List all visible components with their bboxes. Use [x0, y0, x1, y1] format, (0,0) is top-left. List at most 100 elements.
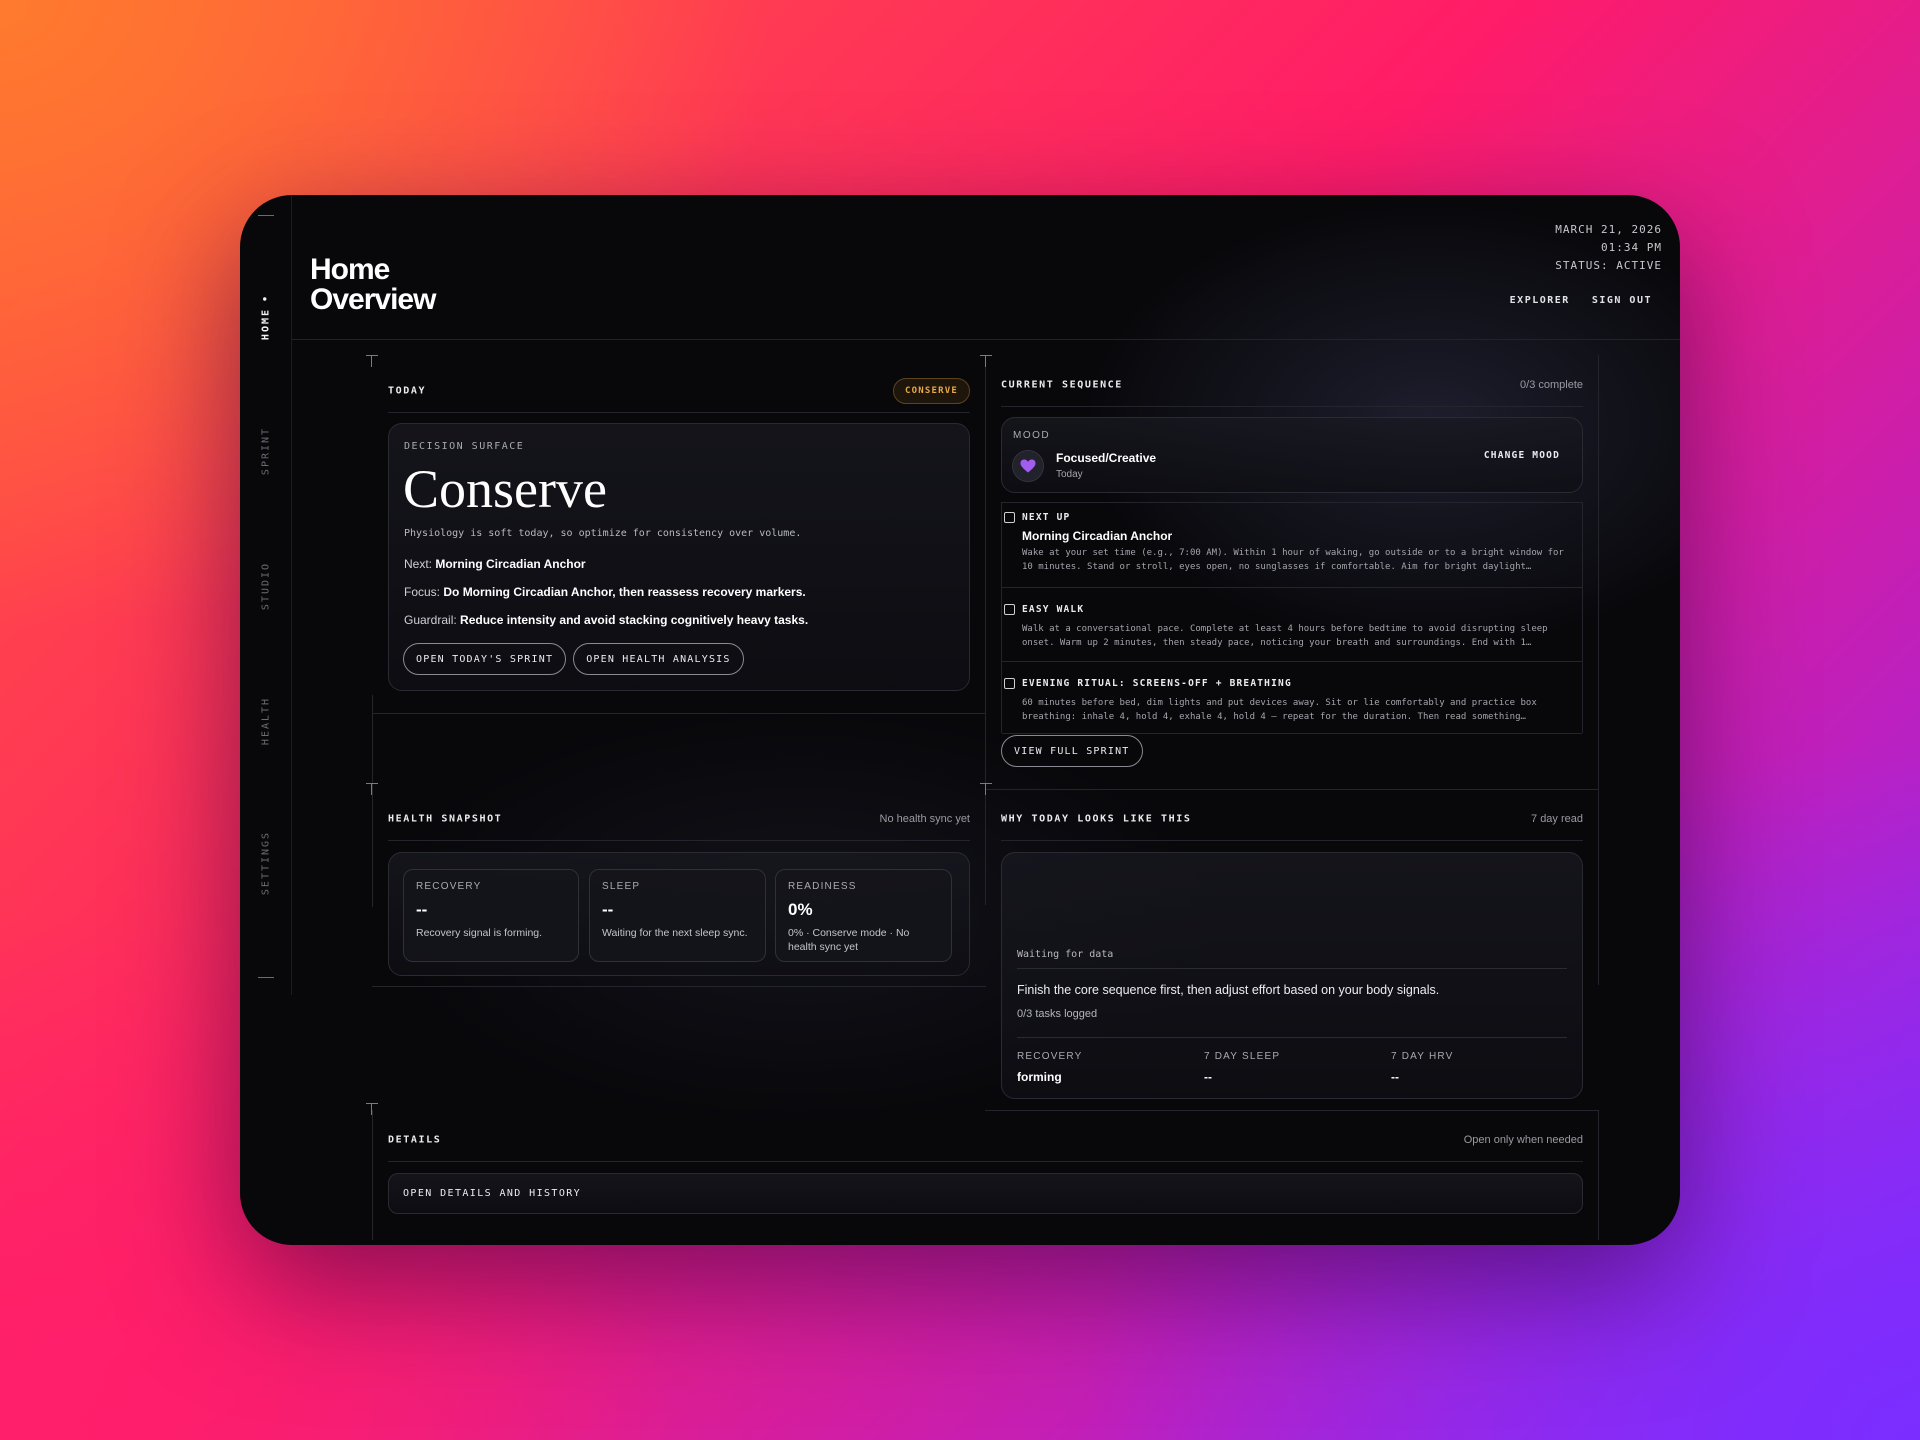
sequence-item[interactable]: NEXT UP Morning Circadian Anchor Wake at… [1002, 503, 1582, 588]
rail-top-mark [258, 215, 274, 216]
health-title: HEALTH SNAPSHOT [388, 813, 503, 825]
stat-7-day-sleep: 7 DAY SLEEP -- [1204, 1051, 1280, 1084]
task-description: Wake at your set time (e.g., 7:00 AM). W… [1022, 548, 1564, 572]
nav-settings[interactable]: SETTINGS [261, 831, 272, 895]
stat-value: -- [1391, 1070, 1399, 1084]
focus-value: Do Morning Circadian Anchor, then reasse… [443, 585, 806, 599]
divider [1017, 968, 1567, 969]
metric-description: 0% · Conserve mode · No health sync yet [788, 927, 910, 953]
task-label: NEXT UP [1022, 512, 1071, 523]
grid-divider [1598, 355, 1599, 985]
metric-value: -- [602, 900, 614, 919]
task-checkbox[interactable] [1004, 512, 1015, 523]
grid-divider [985, 789, 1599, 790]
guardrail-label: Guardrail: [404, 613, 457, 627]
rail-bottom-mark [258, 977, 274, 978]
corner-marker [366, 1103, 378, 1115]
view-full-sprint-button[interactable]: VIEW FULL SPRINT [1001, 735, 1143, 767]
nav-home[interactable]: HOME [261, 294, 272, 340]
why-header: WHY TODAY LOOKS LIKE THIS 7 day read [1001, 797, 1583, 841]
open-sprint-button[interactable]: OPEN TODAY'S SPRINT [403, 643, 567, 675]
sequence-list: NEXT UP Morning Circadian Anchor Wake at… [1001, 502, 1583, 734]
health-sub: No health sync yet [879, 813, 971, 825]
task-checkbox[interactable] [1004, 604, 1015, 615]
why-panel: WHY TODAY LOOKS LIKE THIS 7 day read Wai… [1001, 797, 1583, 1099]
metric-label: SLEEP [602, 881, 641, 892]
mood-label: MOOD [1013, 430, 1051, 441]
focus-label: Focus: [404, 585, 441, 599]
stat-value: -- [1204, 1070, 1212, 1084]
health-panel: HEALTH SNAPSHOT No health sync yet RECOV… [388, 797, 970, 987]
header-nav: EXPLORER SIGN OUT [1510, 295, 1652, 306]
corner-marker [980, 783, 992, 795]
today-title: TODAY [388, 385, 427, 397]
sign-out-link[interactable]: SIGN OUT [1592, 295, 1652, 306]
nav-studio[interactable]: STUDIO [261, 562, 272, 610]
explorer-link[interactable]: EXPLORER [1510, 295, 1570, 306]
metric-label: RECOVERY [416, 881, 482, 892]
app-window: HOME SPRINT STUDIO HEALTH SETTINGS Home … [240, 195, 1680, 1245]
details-title: DETAILS [388, 1134, 442, 1146]
guardrail-value: Reduce intensity and avoid stacking cogn… [460, 613, 809, 627]
mode-badge: CONSERVE [893, 378, 970, 404]
sequence-item[interactable]: EVENING RITUAL: SCREENS-OFF + BREATHING … [1002, 662, 1582, 734]
metric-readiness: READINESS 0% 0% · Conserve mode · No hea… [775, 869, 952, 962]
why-card: Waiting for data Finish the core sequenc… [1001, 852, 1583, 1099]
task-label: EVENING RITUAL: SCREENS-OFF + BREATHING [1022, 678, 1292, 689]
mood-value: Focused/Creative [1056, 451, 1157, 465]
task-description: 60 minutes before bed, dim lights and pu… [1022, 698, 1537, 722]
open-health-analysis-button[interactable]: OPEN HEALTH ANALYSIS [573, 643, 744, 675]
details-header: DETAILS Open only when needed [388, 1118, 1583, 1162]
decision-card: DECISION SURFACE Conserve Physiology is … [388, 423, 970, 691]
corner-marker [980, 355, 992, 367]
open-details-button[interactable]: OPEN DETAILS AND HISTORY [388, 1173, 1583, 1214]
metric-value: 0% [788, 900, 813, 919]
mood-card: MOOD Focused/Creative Today CHANGE MOOD [1001, 417, 1583, 493]
task-title: Morning Circadian Anchor [1022, 529, 1173, 543]
details-sub: Open only when needed [1463, 1134, 1583, 1146]
metric-label: READINESS [788, 881, 857, 892]
decision-summary: Physiology is soft today, so optimize fo… [404, 528, 802, 539]
decision-details: Next: Morning Circadian Anchor Focus: Do… [404, 557, 957, 641]
sequence-item[interactable]: EASY WALK Walk at a conversational pace.… [1002, 588, 1582, 662]
today-panel: TODAY CONSERVE DECISION SURFACE Conserve… [388, 369, 970, 699]
decision-actions: OPEN TODAY'S SPRINT OPEN HEALTH ANALYSIS [403, 643, 744, 675]
header-status: STATUS: ACTIVE [1555, 259, 1662, 272]
task-checkbox[interactable] [1004, 678, 1015, 689]
sequence-header: CURRENT SEQUENCE 0/3 complete [1001, 363, 1583, 407]
next-label: Next: [404, 557, 433, 571]
sequence-panel: CURRENT SEQUENCE 0/3 complete MOOD Focus… [1001, 363, 1583, 783]
page-title-line2: Overview [310, 283, 436, 316]
next-line: Next: Morning Circadian Anchor [404, 557, 957, 571]
nav-health[interactable]: HEALTH [261, 697, 272, 745]
header-meta: MARCH 21, 2026 01:34 PM STATUS: ACTIVE [1555, 221, 1662, 275]
focus-line: Focus: Do Morning Circadian Anchor, then… [404, 585, 957, 599]
page-title-line1: Home [310, 253, 390, 286]
why-advice: Finish the core sequence first, then adj… [1017, 983, 1440, 997]
why-sub: 7 day read [1531, 813, 1583, 825]
change-mood-button[interactable]: CHANGE MOOD [1484, 450, 1560, 461]
header: Home Overview MARCH 21, 2026 01:34 PM ST… [292, 195, 1680, 340]
sequence-title: CURRENT SEQUENCE [1001, 379, 1123, 391]
guardrail-line: Guardrail: Reduce intensity and avoid st… [404, 613, 957, 627]
task-label: EASY WALK [1022, 604, 1085, 615]
grid-divider [985, 1110, 1599, 1111]
metric-description: Waiting for the next sleep sync. [602, 927, 748, 939]
grid-divider [985, 355, 986, 905]
header-time: 01:34 PM [1601, 241, 1662, 254]
grid-divider [372, 695, 373, 907]
nav-sprint[interactable]: SPRINT [261, 427, 272, 475]
stat-label: 7 DAY HRV [1391, 1051, 1454, 1062]
metric-description: Recovery signal is forming. [416, 927, 543, 939]
waiting-label: Waiting for data [1017, 949, 1114, 960]
sequence-progress: 0/3 complete [1520, 379, 1583, 391]
today-header: TODAY CONSERVE [388, 369, 970, 413]
stat-7-day-hrv: 7 DAY HRV -- [1391, 1051, 1454, 1084]
mood-when: Today [1056, 469, 1083, 480]
why-stats: RECOVERY forming 7 DAY SLEEP -- 7 DAY HR… [1017, 1051, 1567, 1091]
grid-divider [372, 1110, 373, 1240]
stat-label: 7 DAY SLEEP [1204, 1051, 1281, 1062]
metric-value: -- [416, 900, 428, 919]
grid-divider [372, 713, 986, 714]
tasks-logged: 0/3 tasks logged [1017, 1008, 1098, 1020]
